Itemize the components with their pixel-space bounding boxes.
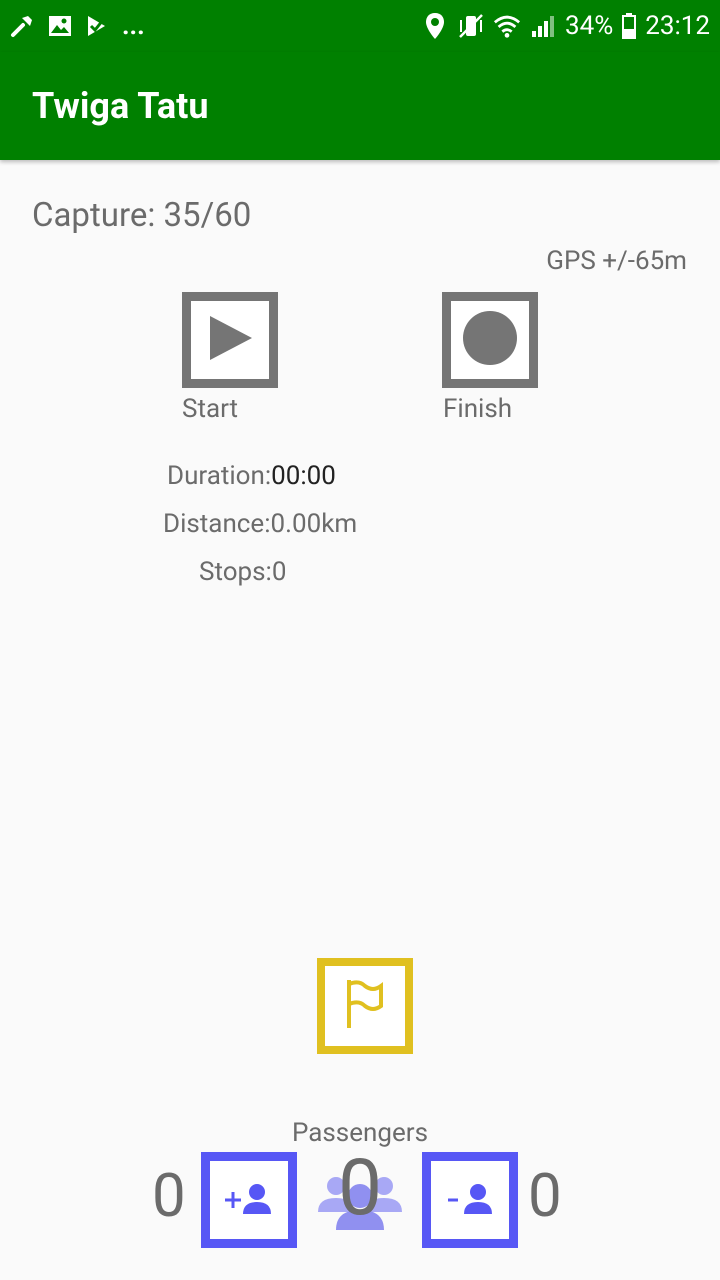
distance-stat: Distance:0.00km bbox=[163, 509, 358, 539]
start-button[interactable] bbox=[182, 292, 278, 388]
duration-label: Duration: bbox=[167, 461, 272, 491]
add-stop-flag-button[interactable] bbox=[317, 958, 413, 1054]
gps-accuracy: GPS +/-65m bbox=[546, 246, 687, 276]
app-bar: Twiga Tatu bbox=[0, 52, 720, 160]
status-bar: ... 34% 23:12 bbox=[0, 0, 720, 52]
add-passenger-button[interactable] bbox=[201, 1152, 297, 1248]
wifi-icon bbox=[493, 12, 521, 40]
duration-stat: Duration:00:00 bbox=[167, 461, 336, 491]
play-icon bbox=[205, 313, 255, 367]
image-icon bbox=[46, 12, 74, 40]
battery-percent: 34% bbox=[564, 11, 614, 41]
remove-passenger-button[interactable] bbox=[422, 1152, 518, 1248]
app-title: Twiga Tatu bbox=[32, 85, 209, 127]
start-label: Start bbox=[182, 394, 239, 424]
status-bar-right: 34% 23:12 bbox=[421, 0, 710, 52]
flag-icon bbox=[343, 978, 387, 1034]
location-pin-icon bbox=[421, 12, 449, 40]
clock: 23:12 bbox=[645, 11, 710, 41]
finish-label: Finish bbox=[443, 394, 513, 424]
wrench-icon bbox=[8, 12, 36, 40]
boarded-count: 0 bbox=[152, 1160, 186, 1231]
alighted-count: 0 bbox=[528, 1160, 562, 1231]
add-person-icon bbox=[221, 1178, 277, 1222]
task-check-icon bbox=[84, 12, 112, 40]
capture-counter: Capture: 35/60 bbox=[32, 196, 252, 235]
cell-signal-icon bbox=[529, 12, 557, 40]
status-bar-left: ... bbox=[8, 0, 145, 52]
overflow-indicator: ... bbox=[122, 11, 145, 41]
remove-person-icon bbox=[442, 1178, 498, 1222]
onboard-count: 0 bbox=[338, 1143, 382, 1234]
stops-stat: Stops:0 bbox=[199, 557, 287, 587]
battery-icon bbox=[621, 12, 637, 40]
finish-button[interactable] bbox=[442, 292, 538, 388]
duration-value: 00:00 bbox=[271, 461, 336, 491]
record-stop-icon bbox=[462, 310, 518, 370]
vibrate-mute-icon bbox=[457, 12, 485, 40]
